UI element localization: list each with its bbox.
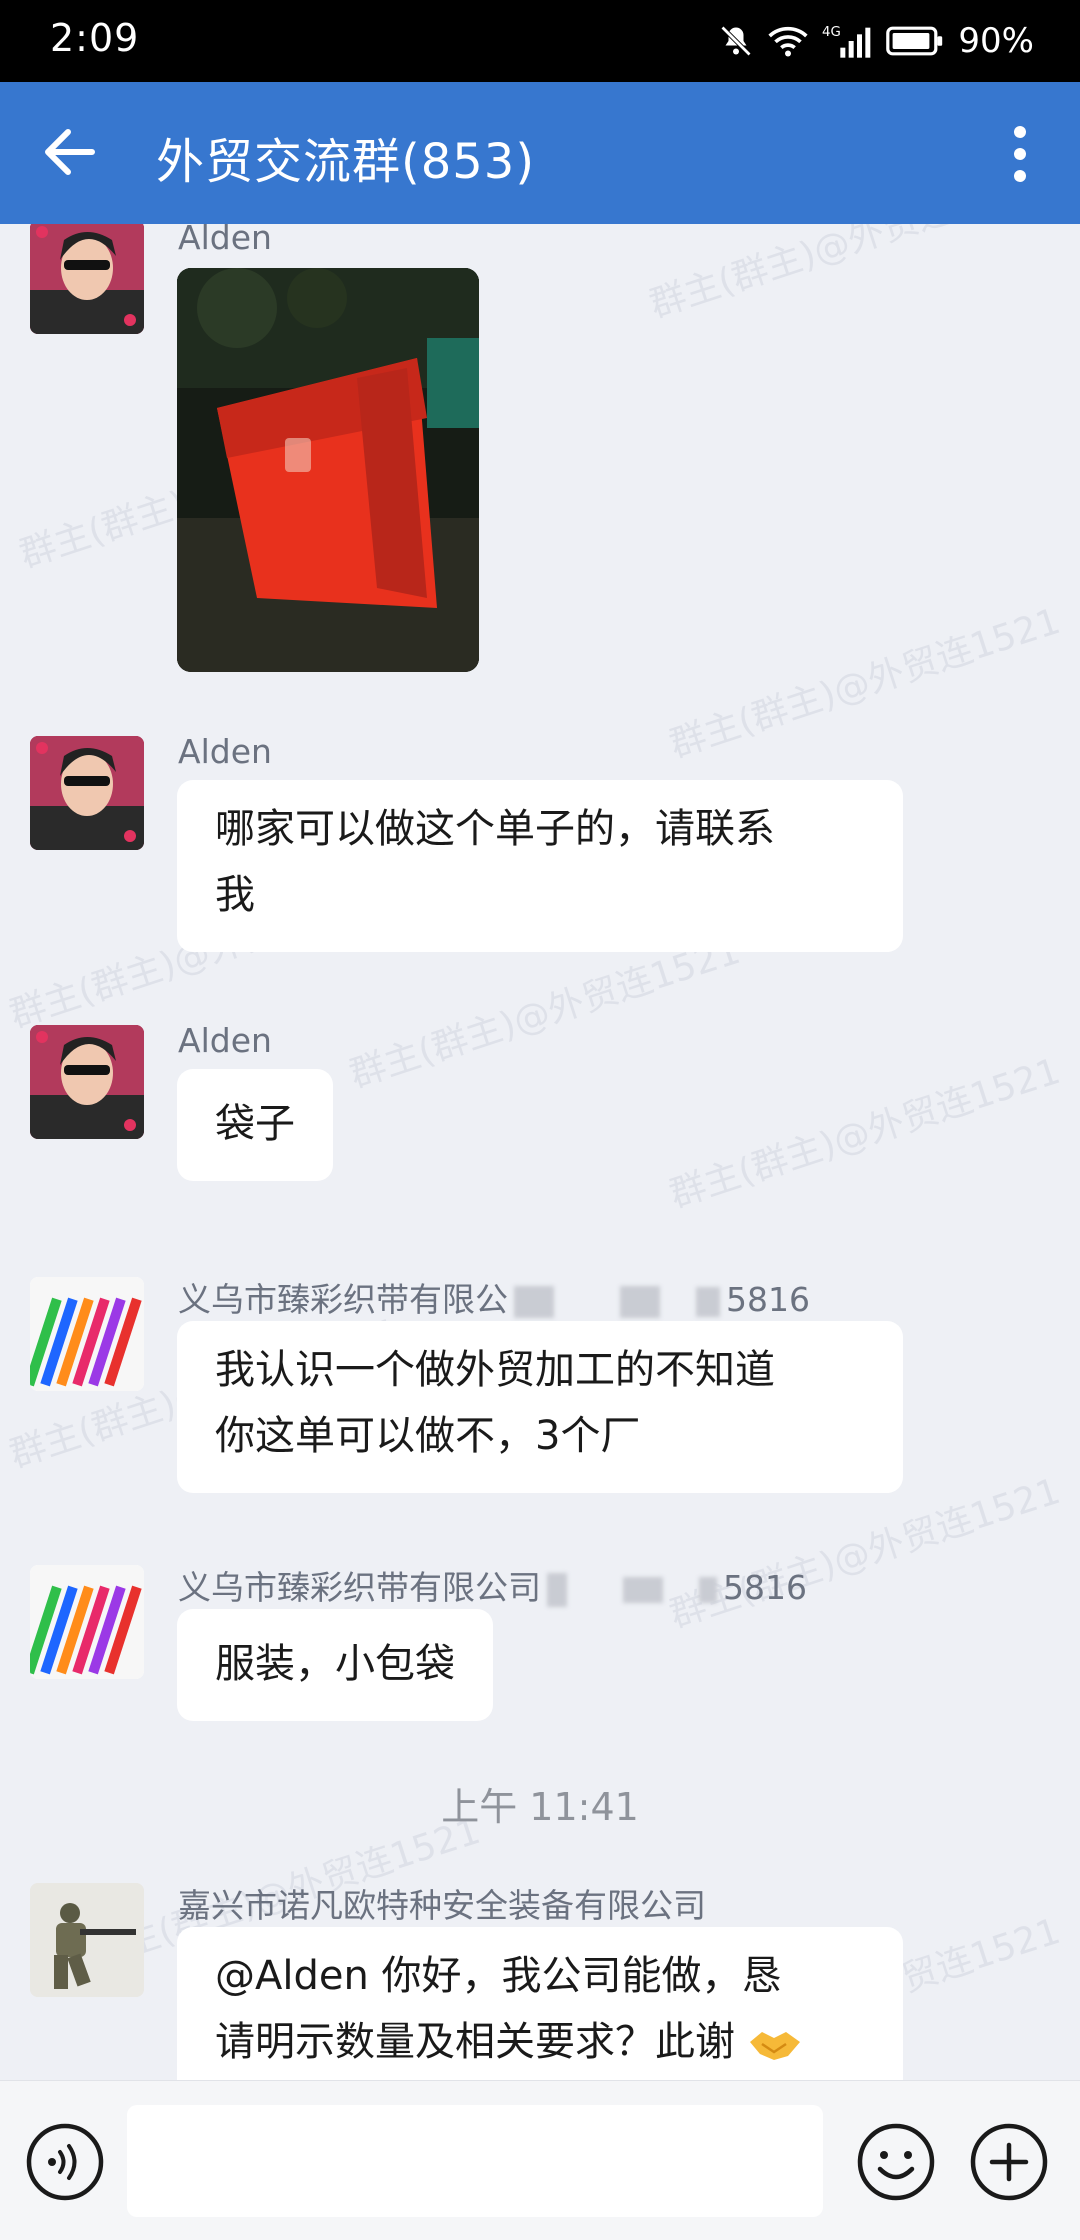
- bell-muted-icon: [721, 25, 752, 57]
- avatar[interactable]: [30, 1025, 144, 1139]
- message-bubble[interactable]: 袋子: [177, 1069, 333, 1181]
- chat-header: 外贸交流群(853): [0, 82, 1080, 224]
- redacted-block: [623, 1576, 663, 1603]
- sender-name: 义乌市臻彩织带有限公 5816: [178, 1273, 810, 1321]
- avatar-image: [30, 1883, 144, 1997]
- message-line: 服装，小包袋: [215, 1641, 455, 1687]
- plus-icon[interactable]: [968, 2121, 1050, 2203]
- avatar-image: [30, 1277, 144, 1391]
- message-line-text: 请明示数量及相关要求？此谢: [215, 2019, 735, 2065]
- sender-name: Alden: [178, 224, 272, 257]
- image-message[interactable]: [177, 268, 479, 672]
- message-line: 请明示数量及相关要求？此谢: [215, 2009, 865, 2075]
- watermark: 群主(群主)@外贸连1521: [664, 1050, 1066, 1216]
- sender-name-text: 义乌市臻彩织带有限公: [178, 1280, 508, 1319]
- sender-id-suffix: 5816: [723, 1568, 807, 1607]
- redacted-block: [699, 1576, 717, 1603]
- wifi-icon: [768, 26, 809, 57]
- message-list[interactable]: 群主(群主)@外贸连1521 群主(群主)@外贸连1521 群主(群主)@外贸连…: [0, 224, 1080, 2080]
- message-bubble[interactable]: 哪家可以做这个单子的，请联系 我: [177, 780, 903, 952]
- message-bubble[interactable]: @Alden 你好，我公司能做，恳 请明示数量及相关要求？此谢: [177, 1927, 903, 2080]
- avatar-image: [30, 736, 144, 850]
- photo-red-bag: [177, 268, 479, 672]
- avatar[interactable]: [30, 1565, 144, 1679]
- message-line: 袋子: [215, 1101, 295, 1147]
- time-divider: 上午 11:41: [441, 1785, 639, 1829]
- redacted-block: [696, 1286, 720, 1317]
- message-line: @Alden 你好，我公司能做，恳: [215, 1953, 782, 1999]
- sender-name: 义乌市臻彩织带有限公司 5816: [178, 1561, 807, 1609]
- status-icons: 4G 90%: [718, 18, 1034, 64]
- cellular-signal-icon: 4G: [822, 25, 871, 58]
- handshake-emoji-icon: [749, 2032, 800, 2060]
- battery-icon: [886, 26, 943, 56]
- chat-title: 外贸交流群(853): [156, 134, 536, 190]
- sender-name: 嘉兴市诺凡欧特种安全装备有限公司: [178, 1886, 706, 1925]
- message-line: 哪家可以做这个单子的，请联系: [215, 806, 775, 852]
- avatar[interactable]: [30, 736, 144, 850]
- network-label: 4G: [822, 25, 841, 40]
- message-input[interactable]: [127, 2105, 823, 2217]
- message-line: 我认识一个做外贸加工的不知道: [215, 1347, 775, 1393]
- back-arrow-icon[interactable]: [34, 116, 106, 188]
- more-vertical-icon[interactable]: [988, 118, 1052, 190]
- avatar[interactable]: [30, 224, 144, 334]
- redacted-block: [547, 1572, 567, 1607]
- avatar-image: [30, 1565, 144, 1679]
- status-bar: 2:09 4G 90%: [0, 0, 1080, 82]
- watermark: 群主(群主)@外贸连1521: [644, 224, 1046, 326]
- voice-icon[interactable]: [24, 2121, 106, 2203]
- battery-percentage: 90%: [958, 21, 1034, 61]
- emoji-icon[interactable]: [855, 2121, 937, 2203]
- message-bubble[interactable]: 我认识一个做外贸加工的不知道 你这单可以做不，3个厂: [177, 1321, 903, 1493]
- sender-name: Alden: [178, 732, 272, 771]
- status-time: 2:09: [50, 16, 140, 60]
- avatar-image: [30, 1025, 144, 1139]
- watermark: 群主(群主)@外贸连1521: [664, 600, 1066, 766]
- avatar[interactable]: [30, 1883, 144, 1997]
- sender-name: Alden: [178, 1021, 272, 1060]
- avatar-image: [30, 224, 144, 334]
- redacted-block: [514, 1285, 554, 1318]
- input-bar: [0, 2080, 1080, 2240]
- sender-name-text: 义乌市臻彩织带有限公司: [178, 1568, 541, 1607]
- message-line: 你这单可以做不，3个厂: [215, 1413, 641, 1459]
- avatar[interactable]: [30, 1277, 144, 1391]
- message-line: 我: [215, 872, 255, 918]
- redacted-block: [620, 1285, 660, 1318]
- sender-id-suffix: 5816: [726, 1280, 810, 1319]
- message-bubble[interactable]: 服装，小包袋: [177, 1609, 493, 1721]
